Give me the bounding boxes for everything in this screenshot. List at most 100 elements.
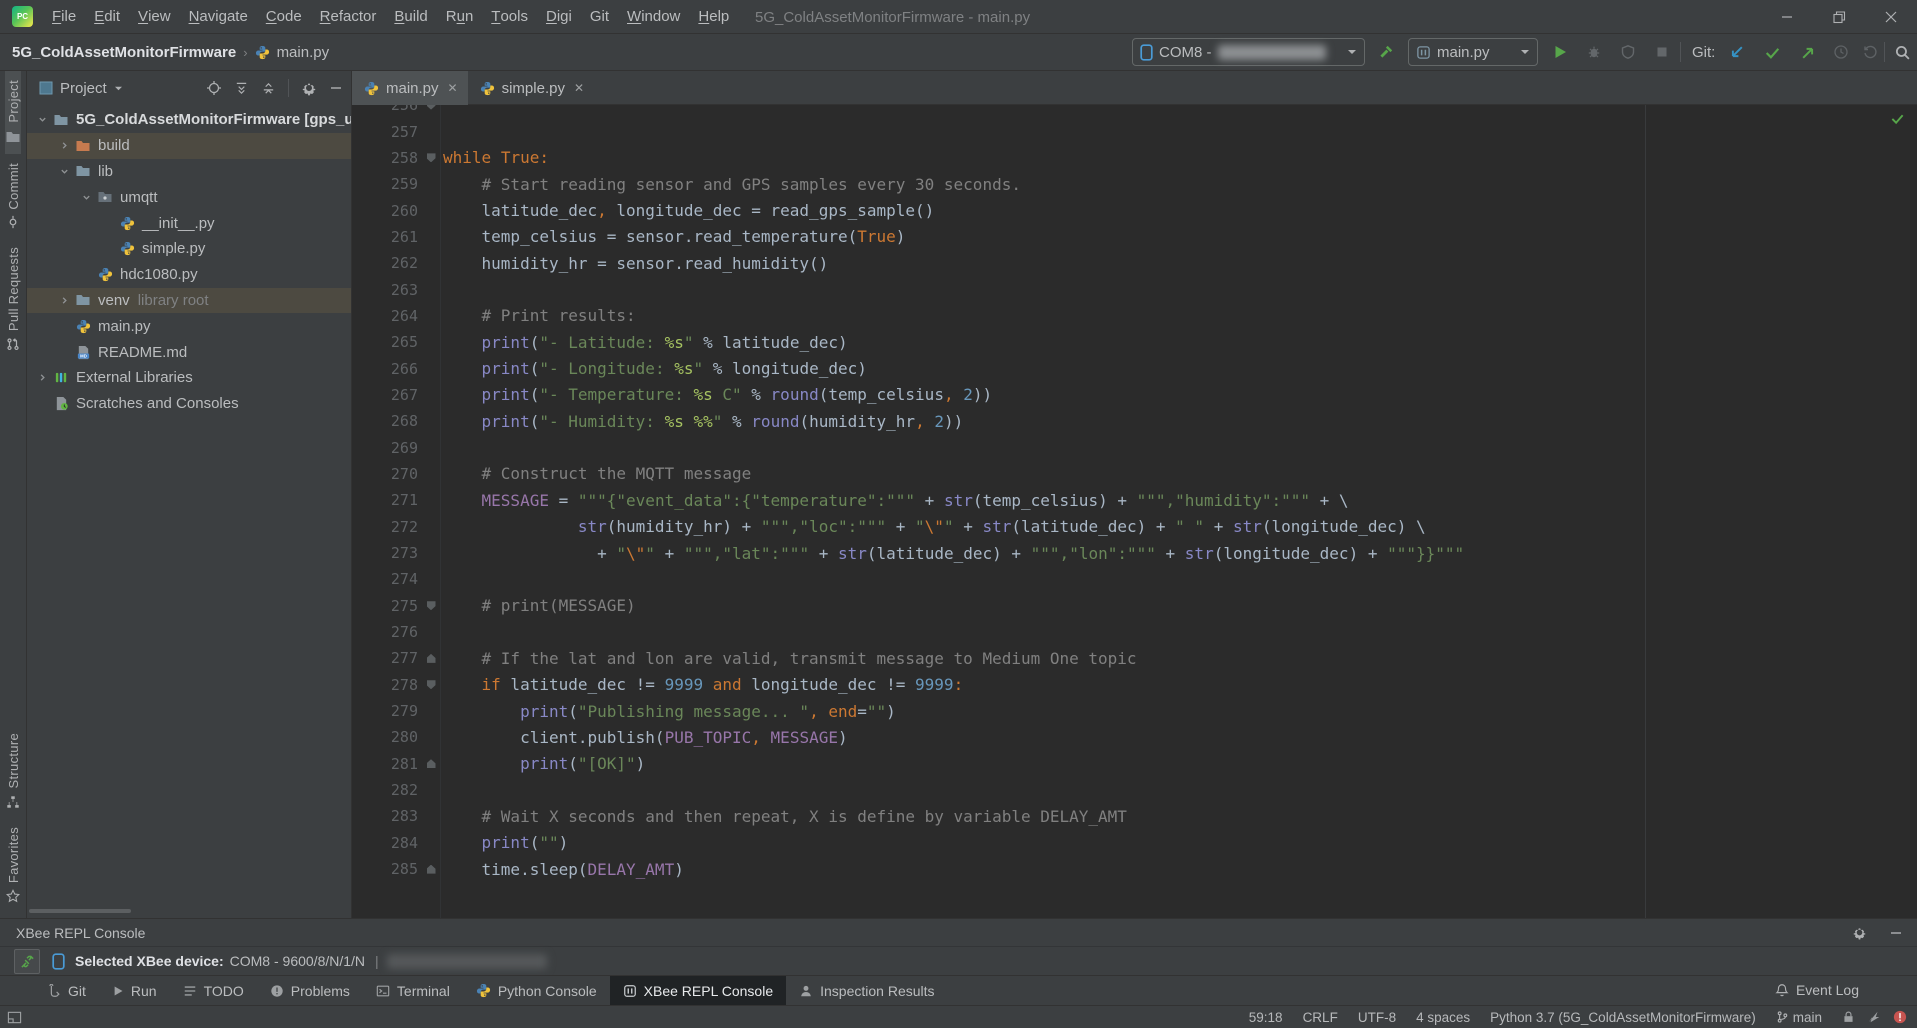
git-branch-widget[interactable]: main xyxy=(1776,1010,1822,1025)
code-line-271[interactable]: 271 MESSAGE = """{"event_data":{"tempera… xyxy=(352,487,1917,513)
tool-tab-python-console[interactable]: Python Console xyxy=(463,976,610,1005)
expand-all-icon[interactable] xyxy=(234,81,249,96)
chevron-down-icon[interactable] xyxy=(33,115,52,124)
line-number[interactable]: 278 xyxy=(352,676,422,694)
code-line-269[interactable]: 269 xyxy=(352,434,1917,460)
tool-tab-terminal[interactable]: Terminal xyxy=(363,976,463,1005)
fold-marker-icon[interactable] xyxy=(422,153,440,162)
code-line-262[interactable]: 262 humidity_hr = sensor.read_humidity() xyxy=(352,250,1917,276)
tool-stripe-project[interactable]: Project xyxy=(5,71,21,154)
line-number[interactable]: 262 xyxy=(352,254,422,272)
line-number[interactable]: 280 xyxy=(352,728,422,746)
tree-item-simple-py[interactable]: simple.py xyxy=(27,236,351,262)
menu-navigate[interactable]: Navigate xyxy=(180,0,257,33)
line-number[interactable]: 282 xyxy=(352,781,422,799)
line-number[interactable]: 285 xyxy=(352,860,422,878)
line-number[interactable]: 275 xyxy=(352,597,422,615)
code-line-274[interactable]: 274 xyxy=(352,566,1917,592)
editor-area[interactable]: main.py✕simple.py✕ 256"""257258while Tru… xyxy=(352,71,1917,918)
line-number[interactable]: 269 xyxy=(352,439,422,457)
menu-view[interactable]: View xyxy=(129,0,180,33)
line-number[interactable]: 266 xyxy=(352,360,422,378)
tool-tab-todo[interactable]: TODO xyxy=(170,976,257,1005)
close-icon[interactable] xyxy=(1865,0,1917,34)
editor-tab-simple-py[interactable]: simple.py✕ xyxy=(468,71,594,105)
code-line-261[interactable]: 261 temp_celsius = sensor.read_temperatu… xyxy=(352,224,1917,250)
chevron-down-icon[interactable] xyxy=(55,167,74,176)
tool-tab-inspection-results[interactable]: Inspection Results xyxy=(786,976,947,1005)
fold-marker-icon[interactable] xyxy=(422,680,440,689)
git-commit-button[interactable] xyxy=(1758,39,1786,65)
code-line-263[interactable]: 263 xyxy=(352,276,1917,302)
code-line-282[interactable]: 282 xyxy=(352,777,1917,803)
gear-icon[interactable] xyxy=(1852,925,1867,940)
menu-refactor[interactable]: Refactor xyxy=(311,0,386,33)
code-line-267[interactable]: 267 print("- Temperature: %s C" % round(… xyxy=(352,382,1917,408)
code-line-265[interactable]: 265 print("- Latitude: %s" % latitude_de… xyxy=(352,329,1917,355)
code-viewport[interactable]: 256"""257258while True:259 # Start readi… xyxy=(352,105,1917,918)
history-clock-icon[interactable] xyxy=(1827,39,1855,65)
hide-panel-icon[interactable] xyxy=(329,81,343,95)
tree-item-scratches-and-consoles[interactable]: Scratches and Consoles xyxy=(27,391,351,417)
code-line-258[interactable]: 258while True: xyxy=(352,145,1917,171)
code-line-277[interactable]: 277 # If the lat and lon are valid, tran… xyxy=(352,645,1917,671)
close-tab-icon[interactable]: ✕ xyxy=(448,81,458,95)
tree-item-umqtt[interactable]: umqtt xyxy=(27,184,351,210)
tool-tab-run[interactable]: Run xyxy=(99,976,170,1005)
code-line-276[interactable]: 276 xyxy=(352,619,1917,645)
inspections-ok-check-icon[interactable] xyxy=(1890,111,1905,126)
run-button[interactable] xyxy=(1546,39,1574,65)
run-configuration-selector[interactable]: main.py xyxy=(1408,38,1538,66)
tool-stripe-structure[interactable]: Structure xyxy=(6,724,21,817)
tree-item-main-py[interactable]: main.py xyxy=(27,313,351,339)
code-line-278[interactable]: 278 if latitude_dec != 9999 and longitud… xyxy=(352,672,1917,698)
menu-file[interactable]: File xyxy=(43,0,85,33)
coverage-button[interactable] xyxy=(1614,39,1642,65)
code-line-266[interactable]: 266 print("- Longitude: %s" % longitude_… xyxy=(352,355,1917,381)
git-update-button[interactable] xyxy=(1722,39,1750,65)
line-number[interactable]: 263 xyxy=(352,281,422,299)
collapse-all-icon[interactable] xyxy=(261,81,276,96)
tree-item-build[interactable]: build xyxy=(27,133,351,159)
code-line-260[interactable]: 260 latitude_dec, longitude_dec = read_g… xyxy=(352,197,1917,223)
event-log-button[interactable]: Event Log xyxy=(1775,975,1859,1005)
menu-code[interactable]: Code xyxy=(257,0,311,33)
tool-stripe-pull-requests[interactable]: Pull Requests xyxy=(5,238,21,360)
code-line-281[interactable]: 281 print("[OK]") xyxy=(352,751,1917,777)
line-number[interactable]: 259 xyxy=(352,175,422,193)
menu-edit[interactable]: Edit xyxy=(85,0,129,33)
code-line-280[interactable]: 280 client.publish(PUB_TOPIC, MESSAGE) xyxy=(352,724,1917,750)
tree-item-hdc1080-py[interactable]: hdc1080.py xyxy=(27,262,351,288)
search-everywhere-icon[interactable] xyxy=(1888,39,1916,65)
line-number[interactable]: 284 xyxy=(352,834,422,852)
git-push-button[interactable] xyxy=(1794,39,1822,65)
error-notification-icon[interactable] xyxy=(1893,1010,1907,1024)
line-number[interactable]: 273 xyxy=(352,544,422,562)
code-line-279[interactable]: 279 print("Publishing message... ", end=… xyxy=(352,698,1917,724)
menu-tools[interactable]: Tools xyxy=(482,0,537,33)
minimize-icon[interactable] xyxy=(1761,0,1813,34)
line-number[interactable]: 260 xyxy=(352,202,422,220)
line-number[interactable]: 276 xyxy=(352,623,422,641)
debug-button[interactable] xyxy=(1580,39,1608,65)
tree-item-lib[interactable]: lib xyxy=(27,159,351,185)
code-line-285[interactable]: 285 time.sleep(DELAY_AMT) xyxy=(352,856,1917,882)
line-number[interactable]: 264 xyxy=(352,307,422,325)
stop-button[interactable] xyxy=(1648,39,1676,65)
menu-window[interactable]: Window xyxy=(618,0,689,33)
line-number[interactable]: 281 xyxy=(352,755,422,773)
menu-help[interactable]: Help xyxy=(689,0,738,33)
code-line-268[interactable]: 268 print("- Humidity: %s %%" % round(hu… xyxy=(352,408,1917,434)
code-line-270[interactable]: 270 # Construct the MQTT message xyxy=(352,461,1917,487)
line-number[interactable]: 256 xyxy=(352,105,422,114)
menu-git[interactable]: Git xyxy=(581,0,618,33)
status-item[interactable]: 4 spaces xyxy=(1416,1010,1470,1025)
editor-tab-main-py[interactable]: main.py✕ xyxy=(352,71,468,105)
fold-marker-icon[interactable] xyxy=(422,105,440,110)
line-number[interactable]: 283 xyxy=(352,807,422,825)
line-number[interactable]: 270 xyxy=(352,465,422,483)
code-line-264[interactable]: 264 # Print results: xyxy=(352,303,1917,329)
project-panel-header[interactable]: Project xyxy=(27,71,351,105)
tool-tab-problems[interactable]: Problems xyxy=(257,976,363,1005)
tool-stripe-commit[interactable]: Commit xyxy=(5,154,21,239)
